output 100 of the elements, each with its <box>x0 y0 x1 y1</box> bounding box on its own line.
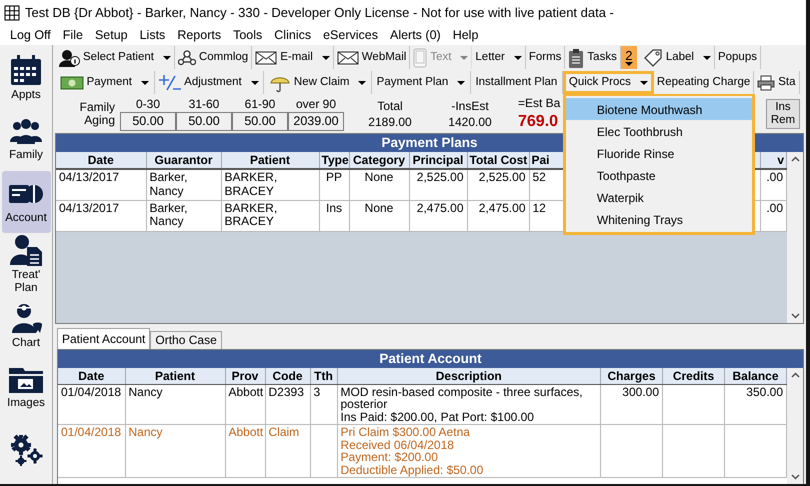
people-icon <box>9 118 43 146</box>
total-label: =Est Ba <box>518 95 560 112</box>
column-header[interactable]: Total Cost <box>467 152 529 169</box>
clipboard-icon <box>568 48 584 68</box>
menu-item[interactable]: Log Off <box>4 28 57 42</box>
folder-image-icon <box>8 366 44 394</box>
total-label: Total <box>376 98 404 114</box>
sidebar-item[interactable]: Appts <box>2 47 50 109</box>
menu-item[interactable]: Lists <box>134 28 172 42</box>
column-header[interactable]: Credits <box>662 368 724 384</box>
total-amount: 1420.00 <box>447 114 493 130</box>
column-header[interactable]: Prov <box>225 368 265 384</box>
menu-item[interactable]: Clinics <box>268 28 318 42</box>
toolbar-button[interactable]: New Claim <box>264 71 372 94</box>
total-label: -InsEst <box>450 98 490 114</box>
toolbar-button[interactable]: Installment Plan <box>470 71 563 94</box>
sidebar-item[interactable]: Chart <box>2 295 50 357</box>
tag-icon <box>642 48 663 68</box>
table-cell: Abbott <box>225 424 265 478</box>
menu-item[interactable]: Help <box>446 28 484 42</box>
table-cell: 2,475.00 <box>409 200 467 231</box>
toolbar-button[interactable]: Repeating Charge <box>654 71 754 94</box>
aging-column-label: over 90 <box>294 96 338 112</box>
table-cell: 04/13/2017 <box>56 200 146 231</box>
column-header[interactable]: Description <box>337 368 600 384</box>
sidebar-item[interactable]: Account <box>2 171 50 233</box>
toolbar-button[interactable]: Tasks <box>565 46 621 69</box>
menu-item[interactable]: File <box>56 28 89 42</box>
toolbar-button[interactable]: Payment Plan <box>372 71 471 94</box>
toolbar-button[interactable]: Payment <box>55 71 155 94</box>
table-cell: 300.00 <box>600 384 662 424</box>
table-cell: Nancy <box>125 424 225 478</box>
aging-amount-field: 2039.00 <box>288 112 344 132</box>
ins-rem-button[interactable]: Ins Rem <box>766 99 800 129</box>
scroll-up-icon <box>790 372 800 378</box>
gears-icon <box>9 434 43 466</box>
table-cell: Claim <box>265 424 310 478</box>
column-header[interactable]: v <box>760 152 786 169</box>
sidebar-item[interactable]: Family <box>2 109 50 171</box>
aging-amount-field: 50.00 <box>176 112 232 132</box>
column-header[interactable]: Principal <box>409 152 467 169</box>
toolbar-button[interactable]: Forms <box>526 46 566 69</box>
column-header[interactable]: Charges <box>600 368 662 384</box>
column-header[interactable]: Code <box>265 368 310 384</box>
aging-amount-field: 50.00 <box>120 112 176 132</box>
column-header[interactable]: Balance <box>724 368 786 384</box>
menu-item[interactable]: Alerts (0) <box>384 28 447 42</box>
person-document-icon <box>9 234 43 266</box>
column-header[interactable]: Category <box>349 152 409 169</box>
envelope-icon <box>255 50 278 64</box>
column-header[interactable]: Tth <box>310 368 337 384</box>
aging-column-label: 61-90 <box>244 96 276 112</box>
toolbar-button[interactable]: E-mail <box>252 46 334 69</box>
network-icon <box>178 50 196 66</box>
menu-item[interactable]: Whitening Trays <box>566 208 752 230</box>
scroll-down-icon <box>790 474 800 480</box>
toolbar-button[interactable]: Select Patient <box>55 46 175 69</box>
toolbar-button[interactable]: Popups <box>714 46 761 69</box>
table-cell: Pri Claim $300.00 Aetna Received 06/04/2018 Payment: $200.00 Deductible Applied: $50.00 <box>337 424 600 478</box>
menu-item[interactable]: Waterpik <box>566 186 752 208</box>
table-cell: Barker, Nancy <box>146 200 221 231</box>
menu-item[interactable]: Reports <box>171 28 228 42</box>
banknote-icon <box>60 76 84 90</box>
scroll-down-icon <box>790 313 800 319</box>
column-header[interactable]: Date <box>56 152 146 169</box>
sidebar-item[interactable]: Images <box>2 357 50 419</box>
column-header[interactable]: Patient <box>125 368 225 384</box>
calendar-icon <box>9 54 43 86</box>
menu-item[interactable]: Toothpaste <box>566 164 752 186</box>
toolbar-button[interactable]: Letter <box>472 46 526 69</box>
tab[interactable]: Ortho Case <box>150 331 222 349</box>
toolbar-button[interactable]: Sta <box>754 71 800 94</box>
menu-item[interactable]: Setup <box>88 28 134 42</box>
toolbar-button[interactable]: WebMail <box>334 46 410 69</box>
total-amount: 769.0 <box>518 112 560 132</box>
sidebar-item[interactable]: Treat' Plan <box>2 233 50 295</box>
toolbar-button[interactable]: Adjustment <box>154 71 264 94</box>
table-cell: Nancy <box>125 384 225 424</box>
table-cell: None <box>349 200 409 231</box>
notification-count-button[interactable]: 2 <box>620 46 637 69</box>
column-header[interactable]: Type <box>319 152 349 169</box>
column-header[interactable]: Patient <box>221 152 319 169</box>
aging-label: Family Aging <box>78 100 115 128</box>
menu-item[interactable]: eServices <box>317 28 384 42</box>
menu-item[interactable]: Tools <box>227 28 268 42</box>
table-cell: BARKER, BRACEY <box>221 200 319 231</box>
table-cell: PP <box>319 169 349 200</box>
column-header[interactable]: Guarantor <box>146 152 221 169</box>
scrollbar[interactable] <box>787 368 803 484</box>
column-header[interactable]: Date <box>58 368 125 384</box>
table-cell: 01/04/2018 <box>58 424 125 478</box>
tab[interactable]: Patient Account <box>57 328 150 349</box>
phone-icon <box>413 48 428 68</box>
plus-minus-icon <box>159 74 182 92</box>
toolbar-button[interactable]: Label <box>640 46 715 69</box>
toolbar-button[interactable]: Commlog <box>174 46 252 69</box>
aging-amount-field: 50.00 <box>232 112 288 132</box>
aging-column-label: 31-60 <box>188 96 220 112</box>
menu-item[interactable]: Biotene Mouthwash <box>566 98 752 120</box>
table-cell: 04/13/2017 <box>56 169 146 200</box>
